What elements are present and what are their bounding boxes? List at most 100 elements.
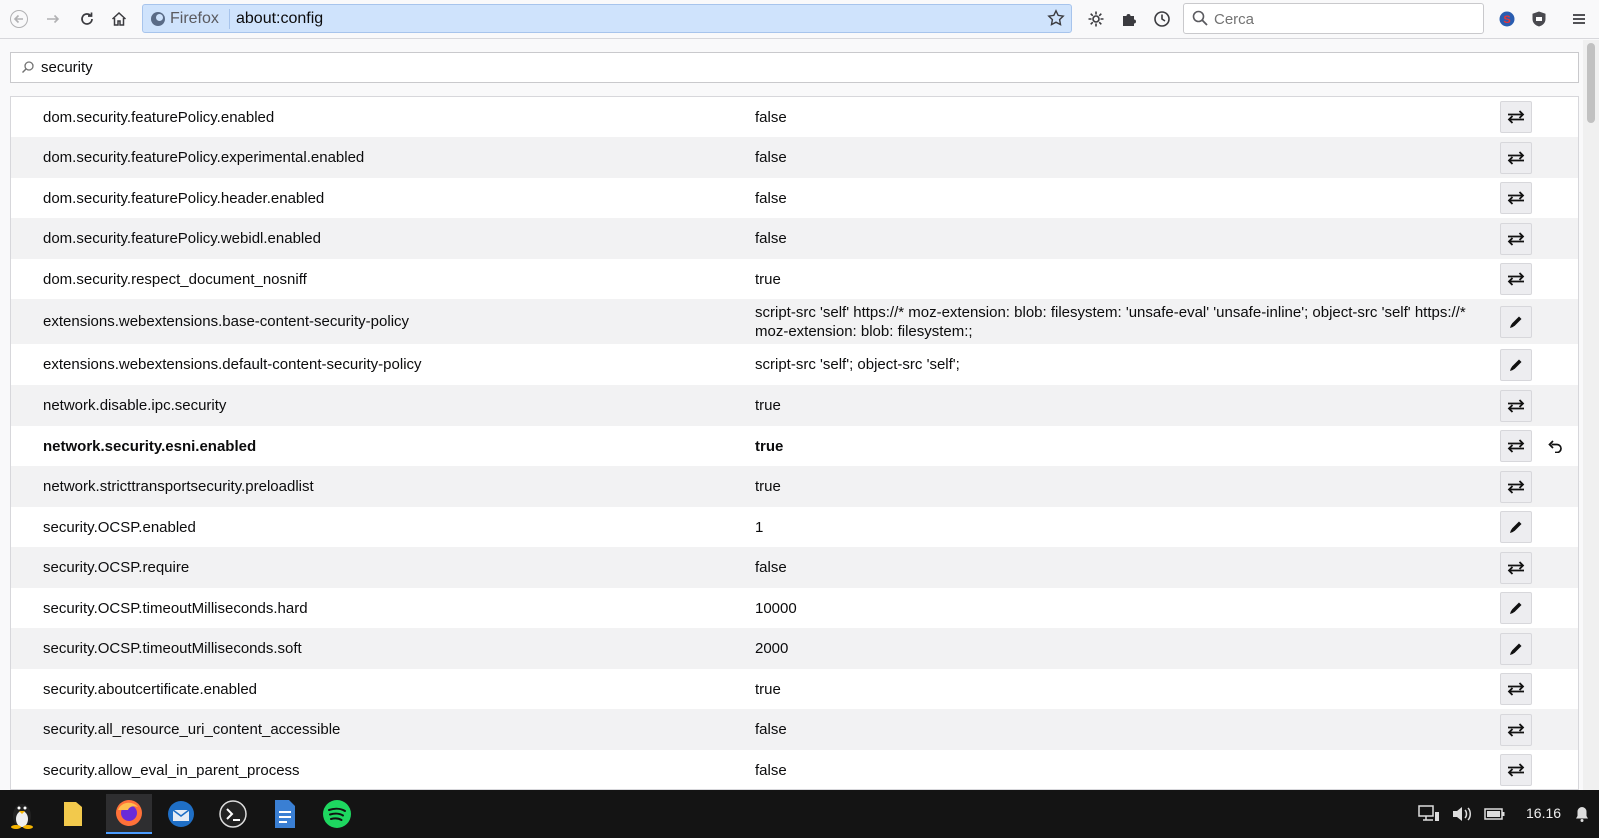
spotify-button[interactable] [317, 794, 357, 834]
pref-row[interactable]: network.security.esni.enabled true [11, 426, 1578, 466]
start-menu-button[interactable] [2, 794, 42, 834]
scrollbar-thumb[interactable] [1587, 43, 1595, 123]
svg-text:S: S [1503, 14, 1510, 26]
toggle-button[interactable] [1500, 673, 1532, 705]
pref-name: dom.security.featurePolicy.header.enable… [43, 189, 325, 207]
url-bar[interactable]: Firefox about:config [142, 4, 1072, 33]
pref-row[interactable]: network.disable.ipc.security true [11, 385, 1578, 426]
swap-arrows-icon [1507, 479, 1525, 494]
notifications-tray-button[interactable] [1570, 802, 1594, 826]
pref-value: 10000 [755, 599, 797, 617]
url-separator [229, 9, 230, 29]
network-tray-button[interactable] [1417, 802, 1441, 826]
toggle-button[interactable] [1500, 551, 1532, 584]
menu-button[interactable] [1566, 6, 1592, 32]
volume-tray-button[interactable] [1450, 802, 1474, 826]
identity-box[interactable]: Firefox [151, 9, 219, 29]
bookmark-star-button[interactable] [1047, 9, 1065, 32]
speaker-icon [1453, 807, 1471, 821]
pref-value: false [755, 189, 787, 207]
pref-value: false [755, 230, 787, 247]
extension-s-icon: S [1499, 11, 1515, 27]
toggle-button[interactable] [1500, 182, 1532, 214]
pref-row[interactable]: network.stricttransportsecurity.preloadl… [11, 466, 1578, 507]
preferences-table: dom.security.featurePolicy.enabled false d… [10, 96, 1579, 790]
pref-row[interactable]: security.OCSP.enabled 1 [11, 507, 1578, 547]
edit-button[interactable] [1500, 305, 1532, 338]
shield-icon [1532, 11, 1546, 27]
pref-row[interactable]: dom.security.featurePolicy.experimental.… [11, 137, 1578, 178]
pref-row[interactable]: security.allow_eval_in_parent_process fal… [11, 750, 1578, 789]
writer-button[interactable] [265, 794, 305, 834]
toggle-button[interactable] [1500, 141, 1532, 174]
edit-button[interactable] [1500, 632, 1532, 665]
edit-button[interactable] [1500, 348, 1532, 381]
pref-row[interactable]: security.OCSP.require false [11, 547, 1578, 588]
url-text[interactable]: about:config [236, 10, 323, 28]
pref-row[interactable]: dom.security.featurePolicy.enabled false [11, 97, 1578, 137]
toggle-button[interactable] [1500, 101, 1532, 133]
pref-name: security.aboutcertificate.enabled [43, 680, 258, 698]
pref-value: true [755, 437, 784, 455]
firefox-icon [151, 12, 165, 26]
search-icon [1192, 10, 1208, 31]
pref-row[interactable]: security.OCSP.timeoutMilliseconds.soft 20… [11, 628, 1578, 669]
swap-arrows-icon [1507, 682, 1525, 696]
terminal-button[interactable] [213, 794, 253, 834]
pref-row[interactable]: dom.security.respect_document_nosniff tru… [11, 259, 1578, 299]
extension-button[interactable] [1083, 6, 1109, 32]
tux-icon [11, 804, 33, 829]
forward-button[interactable] [40, 6, 66, 32]
pref-name: security.OCSP.timeoutMilliseconds.soft [43, 640, 302, 657]
pencil-icon [1509, 642, 1523, 656]
pref-row[interactable]: security.all_resource_uri_content_access… [11, 709, 1578, 750]
edit-button[interactable] [1500, 592, 1532, 624]
pref-row[interactable]: extensions.webextensions.default-content… [11, 344, 1578, 385]
back-button[interactable] [6, 6, 32, 32]
pencil-icon [1509, 520, 1523, 534]
clock[interactable]: 16.16 [1526, 805, 1561, 821]
home-button[interactable] [106, 6, 132, 32]
vertical-scrollbar[interactable] [1583, 40, 1599, 790]
pref-value: true [755, 680, 781, 698]
star-icon [1047, 9, 1065, 26]
identity-label: Firefox [170, 10, 219, 27]
pref-name: network.stricttransportsecurity.preloadl… [43, 478, 314, 495]
pref-row[interactable]: dom.security.featurePolicy.webidl.enable… [11, 218, 1578, 259]
toggle-button[interactable] [1500, 389, 1532, 422]
files-button[interactable] [53, 794, 93, 834]
preference-search-field[interactable]: security [10, 52, 1579, 83]
toggle-button[interactable] [1500, 754, 1532, 786]
toggle-button[interactable] [1500, 430, 1532, 462]
pref-name: security.OCSP.timeoutMilliseconds.hard [43, 599, 308, 617]
edit-button[interactable] [1500, 511, 1532, 543]
swap-arrows-icon [1507, 560, 1525, 575]
pref-name: dom.security.featurePolicy.webidl.enable… [43, 230, 321, 247]
pref-row[interactable]: security.aboutcertificate.enabled true [11, 669, 1578, 709]
swap-arrows-icon [1507, 191, 1525, 205]
reset-button[interactable] [1541, 432, 1569, 460]
document-icon [275, 800, 295, 828]
pref-name: network.security.esni.enabled [43, 437, 257, 455]
toggle-button[interactable] [1500, 470, 1532, 503]
gear-icon [1088, 11, 1104, 27]
pref-row[interactable]: dom.security.featurePolicy.header.enable… [11, 178, 1578, 218]
history-button[interactable] [1149, 6, 1175, 32]
preference-search-value[interactable]: security [41, 59, 93, 76]
extension-s-button[interactable]: S [1494, 6, 1520, 32]
reload-button[interactable] [74, 6, 100, 32]
toggle-button[interactable] [1500, 713, 1532, 746]
battery-tray-button[interactable] [1483, 802, 1507, 826]
pref-row[interactable]: extensions.webextensions.base-content-se… [11, 299, 1578, 344]
ublock-button[interactable] [1526, 6, 1552, 32]
thunderbird-button[interactable] [161, 794, 201, 834]
firefox-taskbar-button[interactable] [106, 794, 152, 834]
toggle-button[interactable] [1500, 263, 1532, 295]
search-box[interactable]: Cerca [1183, 3, 1484, 34]
pref-value: script-src 'self' https://* moz-extensio… [755, 303, 1466, 340]
addons-button[interactable] [1116, 6, 1142, 32]
pencil-icon [1509, 358, 1523, 372]
toggle-button[interactable] [1500, 222, 1532, 255]
pref-value: true [755, 397, 781, 414]
pref-row[interactable]: security.OCSP.timeoutMilliseconds.hard 10… [11, 588, 1578, 628]
